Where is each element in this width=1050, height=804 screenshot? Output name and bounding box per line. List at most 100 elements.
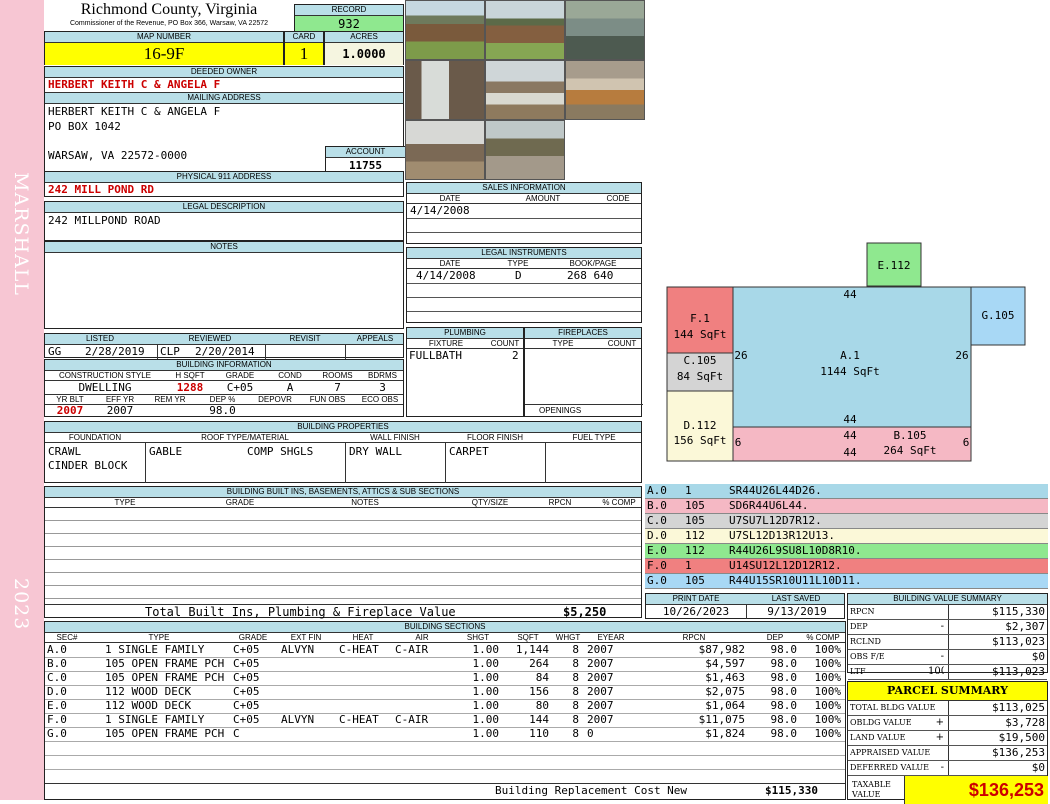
legal-description-label: LEGAL DESCRIPTION [45,202,403,213]
sales-code-label: CODE [606,194,630,203]
row-key: LTF [850,667,866,676]
section-cell: 8 [572,671,579,684]
record-number: 932 [295,16,403,32]
reviewed-label: REVIEWED [188,334,232,343]
bi-rpcn-label: RPCN [548,498,572,507]
section-cell: 1.00 [472,685,500,698]
property-photo[interactable] [405,120,485,180]
listed-box: LISTED REVIEWED REVISIT APPEALS GG 2/28/… [44,333,404,359]
foundation-2: CINDER BLOCK [48,459,128,472]
bi-grade-label: GRADE [225,498,255,507]
section-cell: 1.00 [472,671,500,684]
wall-finish: DRY WALL [349,445,402,458]
property-photo[interactable] [405,0,485,60]
foundation-label: FOUNDATION [68,433,122,442]
account-box: ACCOUNT 11755 [325,146,405,173]
vector-section: A.0 [647,484,667,497]
sketch-dim-b-top: 44 [843,429,857,442]
legal-description-box: LEGAL DESCRIPTION 242 MILLPOND ROAD [44,201,404,241]
section-cell: $11,075 [698,713,745,726]
section-cell: 0 [587,727,594,740]
bdrms-label: BDRMS [368,371,397,380]
section-cell: 144 [529,713,549,726]
sales-amount-label: AMOUNT [525,194,561,203]
sketch-dim-a-bottom: 44 [843,413,857,426]
sketch-area-b: 264 SqFt [884,444,937,457]
bvs-row: RCLND $113,023 [848,635,1047,650]
row-sign: 100% [928,666,944,677]
property-photo[interactable] [565,0,645,60]
brcn-label: Building Replacement Cost New [495,784,688,797]
card-number: 1 [285,43,323,65]
property-photo[interactable] [485,120,565,180]
section-cell: 100% [814,643,842,656]
building-value-summary: BUILDING VALUE SUMMARY RPCN $115,330 DEP - $… [847,593,1048,680]
map-number-box: MAP NUMBER 16-9F [44,31,284,65]
hsqft-value: 1288 [176,381,204,394]
side-band: MARSHALL 2023 [0,0,44,800]
section-cell: 1 SINGLE FAMILY [105,643,205,656]
row-value: $0 [1031,761,1045,774]
section-header: SQFT [517,633,539,642]
building-info-label: BUILDING INFORMATION [45,360,403,371]
divider [345,345,346,359]
property-photo[interactable] [485,0,565,60]
sketch-dim-right: 26 [955,349,968,362]
row-key: RPCN [850,607,875,616]
section-cell: 2007 [587,671,614,684]
foundation-1: CRAWL [48,445,82,458]
owner-box: DEEDED OWNER HERBERT KEITH C & ANGELA F … [44,66,405,173]
reviewed-by: CLP [157,345,180,359]
fireplaces-box: FIREPLACES TYPE COUNT OPENINGS [524,327,643,417]
print-box: PRINT DATE LAST SAVED 10/26/2023 9/13/20… [645,593,845,619]
appeals-label: APPEALS [356,334,394,343]
vector-section: E.0 [647,544,667,557]
instr-date-label: DATE [439,259,461,268]
sketch-label-d: D.112 [683,419,716,432]
acres-box: ACRES 1.0000 [324,31,404,65]
vector-string: U7SL12D13R12U13. [729,529,835,542]
section-cell: 80 [535,699,549,712]
cond-value: A [286,381,294,394]
mailing-line-2: PO BOX 1042 [48,120,121,133]
section-cell: 100% [814,685,842,698]
section-row: D.0 112 WOOD DECK C+05 1.00 156 8 2007 $2,075 98… [45,685,845,700]
vector-section: D.0 [647,529,667,542]
section-cell: ALVYN [281,643,315,656]
row-key: DEP [850,622,868,631]
section-cell: 105 OPEN FRAME PCH [105,671,225,684]
section-row: E.0 112 WOOD DECK C+05 1.00 80 8 2007 $1,064 98.… [45,699,845,714]
section-cell: 112 WOOD DECK [105,685,192,698]
property-photo[interactable] [485,60,565,120]
floor-finish-label: FLOOR FINISH [466,433,523,442]
section-cell: $87,982 [698,643,745,656]
depovr-label: DEPOVR [258,395,292,404]
sketch-area-d: 156 SqFt [674,434,727,447]
row-key: OBLDG VALUE [850,718,912,727]
building-info-box: BUILDING INFORMATION CONSTRUCTION STYLE … [44,359,404,417]
section-cell: E.0 [47,699,67,712]
card-box: CARD 1 [284,31,324,65]
parcel-row: LAND VALUE + $19,500 [848,731,1047,746]
property-photo[interactable] [405,60,485,120]
section-cell: 84 [535,671,549,684]
ecoobs-label: ECO OBS [361,395,399,404]
section-cell: B.0 [47,657,67,670]
vector-string: U7SU7L12D7R12. [729,514,822,527]
section-cell: $4,597 [705,657,745,670]
section-cell: 8 [572,643,579,656]
section-cell: C-AIR [395,643,429,656]
map-number-label: MAP NUMBER [45,32,283,43]
property-photo[interactable] [565,60,645,120]
bi-qty-label: QTY/SIZE [471,498,509,507]
vector-string: SD6R44U6L44. [729,499,809,512]
vector-section: G.0 [647,574,667,587]
section-cell: 110 [529,727,549,740]
section-cell: 1.00 [472,643,500,656]
year-label: 2023 [10,578,32,631]
parcel-row: DEFERRED VALUE - $0 [848,761,1047,776]
section-cell: 8 [572,727,579,740]
style-value: DWELLING [78,381,132,394]
vector-string: R44U26L9SU8L10D8R10. [729,544,862,557]
section-header: AIR [415,633,429,642]
